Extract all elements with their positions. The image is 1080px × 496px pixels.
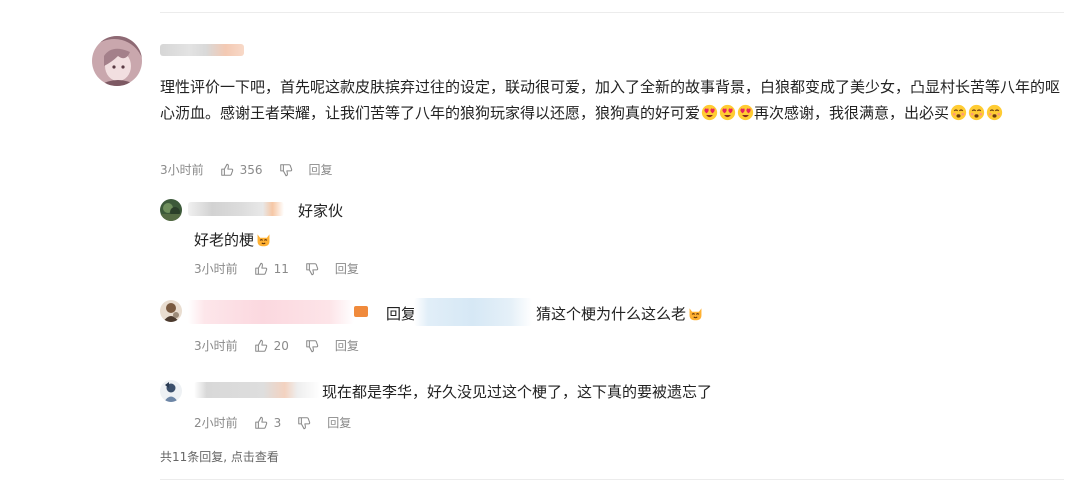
- like-button[interactable]: 20: [254, 339, 289, 353]
- heart-eyes-emoji-icon: [737, 104, 753, 121]
- main-comment-meta: 3小时前 356 回复: [160, 161, 333, 178]
- thumbs-down-icon: [306, 339, 319, 352]
- reply-2-inline-text: 猜这个梗为什么这么老: [536, 305, 687, 323]
- thumbs-down-icon: [279, 163, 292, 176]
- view-all-replies-link[interactable]: 共11条回复, 点击查看: [160, 448, 279, 465]
- main-commenter-username-blurred[interactable]: [160, 44, 244, 56]
- thumbs-up-icon: [254, 262, 267, 275]
- dislike-button[interactable]: [279, 163, 293, 177]
- dislike-button[interactable]: [305, 262, 319, 276]
- dislike-button[interactable]: [297, 416, 311, 430]
- comment-time: 3小时前: [194, 339, 238, 353]
- reply-3-meta: 2小时前 3 回复: [194, 414, 351, 431]
- reply-button[interactable]: 回复: [335, 260, 359, 277]
- reply-2-meta: 3小时前 20 回复: [194, 337, 359, 354]
- comment-time: 2小时前: [194, 416, 238, 430]
- smiling-emoji-icon: [968, 104, 984, 121]
- thumbs-up-icon: [254, 339, 267, 352]
- comment-time: 3小时前: [160, 163, 204, 177]
- like-button[interactable]: 356: [220, 163, 263, 177]
- like-button[interactable]: 3: [254, 415, 282, 430]
- thumbs-up-icon: [254, 416, 267, 429]
- like-count: 3: [273, 415, 282, 430]
- reply-1-meta: 3小时前 11 回复: [194, 260, 359, 277]
- like-count: 20: [273, 338, 289, 353]
- cat-emoji-icon: [257, 234, 269, 247]
- reply-3-avatar[interactable]: [160, 380, 182, 402]
- reply-2-level-badge: [354, 306, 368, 317]
- bottom-divider: [160, 479, 1064, 480]
- comment-time: 3小时前: [194, 262, 238, 276]
- thumbs-down-icon: [298, 416, 311, 429]
- thumbs-up-icon: [220, 163, 233, 176]
- reply-button[interactable]: 回复: [335, 337, 359, 354]
- cat-emoji-icon: [689, 308, 701, 321]
- main-comment-text: 理性评价一下吧，首先呢这款皮肤摈弃过往的设定，联动很可爱，加入了全新的故事背景，…: [160, 74, 1065, 126]
- reply-2-prefix: 回复: [386, 305, 417, 323]
- reply-2-mention-blurred[interactable]: [414, 298, 532, 326]
- reply-1-inline-text: 好家伙: [298, 202, 344, 220]
- reply-1-body-text: 好老的梗: [194, 231, 255, 249]
- dislike-button[interactable]: [305, 339, 319, 353]
- smiling-emoji-icon: [950, 104, 966, 121]
- reply-1-body: 好老的梗: [194, 229, 272, 250]
- reply-3-username-blurred[interactable]: [194, 382, 320, 398]
- reply-button[interactable]: 回复: [327, 414, 351, 431]
- main-commenter-avatar[interactable]: [92, 36, 142, 86]
- reply-3-inline-text: 现在都是李华，好久没见过这个梗了，这下真的要被遗忘了: [322, 383, 713, 401]
- reply-2-inline: 猜这个梗为什么这么老: [536, 303, 704, 324]
- like-count: 356: [239, 162, 263, 177]
- reply-1-avatar[interactable]: [160, 199, 182, 221]
- heart-eyes-emoji-icon: [701, 104, 717, 121]
- like-count: 11: [273, 261, 289, 276]
- reply-button[interactable]: 回复: [309, 161, 333, 178]
- reply-1-username-blurred[interactable]: [188, 202, 284, 216]
- reply-2-username-blurred[interactable]: [188, 300, 354, 324]
- top-divider: [160, 12, 1064, 13]
- like-button[interactable]: 11: [254, 262, 289, 276]
- reply-2-avatar[interactable]: [160, 300, 182, 322]
- main-comment-text-part2: 再次感谢，我很满意，出必买: [754, 104, 950, 122]
- smiling-emoji-icon: [986, 104, 1002, 121]
- heart-eyes-emoji-icon: [719, 104, 735, 121]
- thumbs-down-icon: [306, 262, 319, 275]
